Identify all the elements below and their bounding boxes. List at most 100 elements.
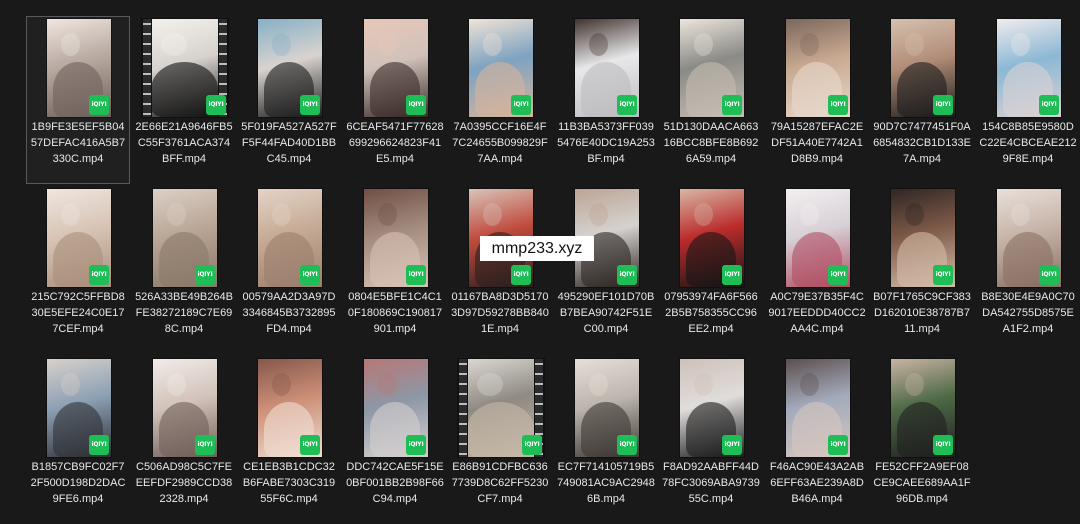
- file-name: F46AC90E43A2AB6EFF63AE239A8DB46A.mp4: [769, 461, 865, 505]
- file-tile[interactable]: iQIYI 79A15287EFAC2EDF51A40E7742A1D8B9.mp…: [765, 16, 869, 184]
- iqiyi-badge-icon: iQIYI: [206, 95, 226, 115]
- iqiyi-badge-icon: iQIYI: [89, 95, 109, 115]
- file-name: 79A15287EFAC2EDF51A40E7742A1D8B9.mp4: [770, 121, 864, 165]
- file-tile[interactable]: iQIYI 1B9FE3E5EF5B0457DEFAC416A5B7330C.mp…: [26, 16, 130, 184]
- iqiyi-badge-icon: iQIYI: [406, 95, 426, 115]
- iqiyi-badge-icon: iQIYI: [89, 265, 109, 285]
- file-tile[interactable]: iQIYI F46AC90E43A2AB6EFF63AE239A8DB46A.mp…: [765, 356, 869, 524]
- file-name: 90D7C7477451F0A6854832CB1D133E7A.mp4: [873, 121, 971, 165]
- video-thumbnail: iQIYI: [575, 359, 639, 457]
- video-thumbnail: iQIYI: [997, 189, 1061, 287]
- watermark: mmp233.xyz: [480, 236, 594, 261]
- video-thumbnail: iQIYI: [786, 19, 850, 117]
- file-tile[interactable]: iQIYI 07953974FA6F5662B5B758355CC96EE2.mp…: [659, 186, 763, 354]
- file-name: 5F019FA527A527FF5F44FAD40D1BBC45.mp4: [241, 121, 337, 165]
- video-thumbnail: iQIYI: [153, 189, 217, 287]
- file-name: 11B3BA5373FF0395476E40DC19A253BF.mp4: [557, 121, 655, 165]
- file-tile[interactable]: iQIYI F8AD92AABFF44D78FC3069ABA973955C.mp…: [659, 356, 763, 524]
- video-thumbnail: iQIYI: [680, 19, 744, 117]
- file-name: C506AD98C5C7FEEEFDF2989CCD382328.mp4: [135, 461, 233, 505]
- file-name: F8AD92AABFF44D78FC3069ABA973955C.mp4: [662, 461, 760, 505]
- file-name: 7A0395CCF16E4F7C24655B099829F7AA.mp4: [452, 121, 548, 165]
- file-tile[interactable]: iQIYI DDC742CAE5F15E0BF001BB2B98F66C94.mp…: [343, 356, 447, 524]
- file-name: 07953974FA6F5662B5B758355CC96EE2.mp4: [664, 291, 758, 335]
- file-name: 495290EF101D70BB7BEA90742F51EC00.mp4: [557, 291, 655, 335]
- file-name: B8E30E4E9A0C70DA542755D8575EA1F2.mp4: [981, 291, 1075, 335]
- filmstrip-edge-left: [142, 19, 152, 117]
- video-thumbnail: iQIYI: [153, 359, 217, 457]
- file-name: B07F1765C9CF383D162010E38787B711.mp4: [873, 291, 971, 335]
- video-thumbnail: iQIYI: [47, 189, 111, 287]
- video-thumbnail: iQIYI: [997, 19, 1061, 117]
- file-tile[interactable]: iQIYI 90D7C7477451F0A6854832CB1D133E7A.mp…: [870, 16, 974, 184]
- iqiyi-badge-icon: iQIYI: [300, 435, 320, 455]
- file-name: A0C79E37B35F4C9017EEDDD40CC2AA4C.mp4: [768, 291, 866, 335]
- file-tile[interactable]: iQIYI 215C792C5FFBD830E5EFE24C0E177CEF.mp…: [26, 186, 130, 354]
- iqiyi-badge-icon: iQIYI: [511, 95, 531, 115]
- thumbnail-highlight: [476, 372, 503, 397]
- file-tile[interactable]: iQIYI B8E30E4E9A0C70DA542755D8575EA1F2.mp…: [976, 186, 1080, 354]
- iqiyi-badge-icon: iQIYI: [195, 435, 215, 455]
- iqiyi-badge-icon: iQIYI: [933, 435, 953, 455]
- iqiyi-badge-icon: iQIYI: [617, 265, 637, 285]
- video-thumbnail: iQIYI: [680, 189, 744, 287]
- file-tile[interactable]: iQIYI 11B3BA5373FF0395476E40DC19A253BF.mp…: [554, 16, 658, 184]
- video-thumbnail: iQIYI: [47, 19, 111, 117]
- iqiyi-badge-icon: iQIYI: [933, 95, 953, 115]
- file-name: 0804E5BFE1C4C10F180869C190817901.mp4: [347, 291, 443, 335]
- file-tile[interactable]: iQIYI 5F019FA527A527FF5F44FAD40D1BBC45.mp…: [237, 16, 341, 184]
- iqiyi-badge-icon: iQIYI: [1039, 95, 1059, 115]
- iqiyi-badge-icon: iQIYI: [522, 435, 542, 455]
- iqiyi-badge-icon: iQIYI: [406, 435, 426, 455]
- file-tile[interactable]: iQIYI 7A0395CCF16E4F7C24655B099829F7AA.mp…: [448, 16, 552, 184]
- file-tile[interactable]: iQIYI A0C79E37B35F4C9017EEDDD40CC2AA4C.mp…: [765, 186, 869, 354]
- file-tile[interactable]: iQIYI 6CEAF5471F77628699296624823F41E5.mp…: [343, 16, 447, 184]
- file-tile[interactable]: iQIYI 154C8B85E9580DC22E4CBCEAE2129F8E.mp…: [976, 16, 1080, 184]
- video-thumbnail: iQIYI: [142, 19, 228, 117]
- file-tile[interactable]: iQIYI 00579AA2D3A97D3346845B3732895FD4.mp…: [237, 186, 341, 354]
- file-name: 1B9FE3E5EF5B0457DEFAC416A5B7330C.mp4: [30, 121, 126, 165]
- video-thumbnail: iQIYI: [458, 359, 544, 457]
- iqiyi-badge-icon: iQIYI: [722, 265, 742, 285]
- iqiyi-badge-icon: iQIYI: [195, 265, 215, 285]
- iqiyi-badge-icon: iQIYI: [828, 265, 848, 285]
- file-tile[interactable]: iQIYI E86B91CDFBC6367739D8C62FF5230CF7.mp…: [448, 356, 552, 524]
- video-thumbnail: iQIYI: [364, 19, 428, 117]
- iqiyi-badge-icon: iQIYI: [89, 435, 109, 455]
- file-tile[interactable]: iQIYI B07F1765C9CF383D162010E38787B711.mp…: [870, 186, 974, 354]
- file-name: 2E66E21A9646FB5C55F3761ACA374BFF.mp4: [135, 121, 233, 165]
- file-tile[interactable]: iQIYI 526A33BE49B264BFE38272189C7E698C.mp…: [132, 186, 236, 354]
- iqiyi-badge-icon: iQIYI: [617, 95, 637, 115]
- file-tile[interactable]: iQIYI FE52CFF2A9EF08CE9CAEE689AA1F96DB.mp…: [870, 356, 974, 524]
- iqiyi-badge-icon: iQIYI: [300, 95, 320, 115]
- iqiyi-badge-icon: iQIYI: [828, 95, 848, 115]
- file-tile[interactable]: iQIYI C506AD98C5C7FEEEFDF2989CCD382328.mp…: [132, 356, 236, 524]
- file-name: CE1EB3B1CDC32B6FABE7303C31955F6C.mp4: [242, 461, 336, 505]
- file-tile[interactable]: iQIYI B1857CB9FC02F72F500D198D2DAC9FE6.mp…: [26, 356, 130, 524]
- iqiyi-badge-icon: iQIYI: [300, 265, 320, 285]
- file-tile[interactable]: iQIYI CE1EB3B1CDC32B6FABE7303C31955F6C.mp…: [237, 356, 341, 524]
- video-thumbnail: iQIYI: [258, 359, 322, 457]
- file-tile[interactable]: iQIYI 51D130DAACA66316BCC8BFE8B6926A59.mp…: [659, 16, 763, 184]
- video-thumbnail: iQIYI: [469, 19, 533, 117]
- video-thumbnail: iQIYI: [680, 359, 744, 457]
- file-name: EC7F714105719B5749081AC9AC29486B.mp4: [557, 461, 655, 505]
- file-name: 154C8B85E9580DC22E4CBCEAE2129F8E.mp4: [979, 121, 1077, 165]
- thumbnail-highlight: [160, 32, 187, 57]
- file-name: FE52CFF2A9EF08CE9CAEE689AA1F96DB.mp4: [873, 461, 971, 505]
- file-tile[interactable]: iQIYI EC7F714105719B5749081AC9AC29486B.mp…: [554, 356, 658, 524]
- video-thumbnail: iQIYI: [364, 359, 428, 457]
- file-name: 526A33BE49B264BFE38272189C7E698C.mp4: [135, 291, 233, 335]
- file-name: 215C792C5FFBD830E5EFE24C0E177CEF.mp4: [31, 291, 125, 335]
- file-tile[interactable]: iQIYI 01167BA8D3D51703D97D59278BB8401E.mp…: [448, 186, 552, 354]
- file-tile[interactable]: iQIYI 495290EF101D70BB7BEA90742F51EC00.mp…: [554, 186, 658, 354]
- file-tile[interactable]: iQIYI 0804E5BFE1C4C10F180869C190817901.mp…: [343, 186, 447, 354]
- file-name: DDC742CAE5F15E0BF001BB2B98F66C94.mp4: [346, 461, 444, 505]
- iqiyi-badge-icon: iQIYI: [511, 265, 531, 285]
- video-thumbnail: iQIYI: [47, 359, 111, 457]
- video-thumbnail: iQIYI: [786, 359, 850, 457]
- iqiyi-badge-icon: iQIYI: [406, 265, 426, 285]
- iqiyi-badge-icon: iQIYI: [617, 435, 637, 455]
- file-name: 51D130DAACA66316BCC8BFE8B6926A59.mp4: [663, 121, 759, 165]
- file-tile[interactable]: iQIYI 2E66E21A9646FB5C55F3761ACA374BFF.mp…: [132, 16, 236, 184]
